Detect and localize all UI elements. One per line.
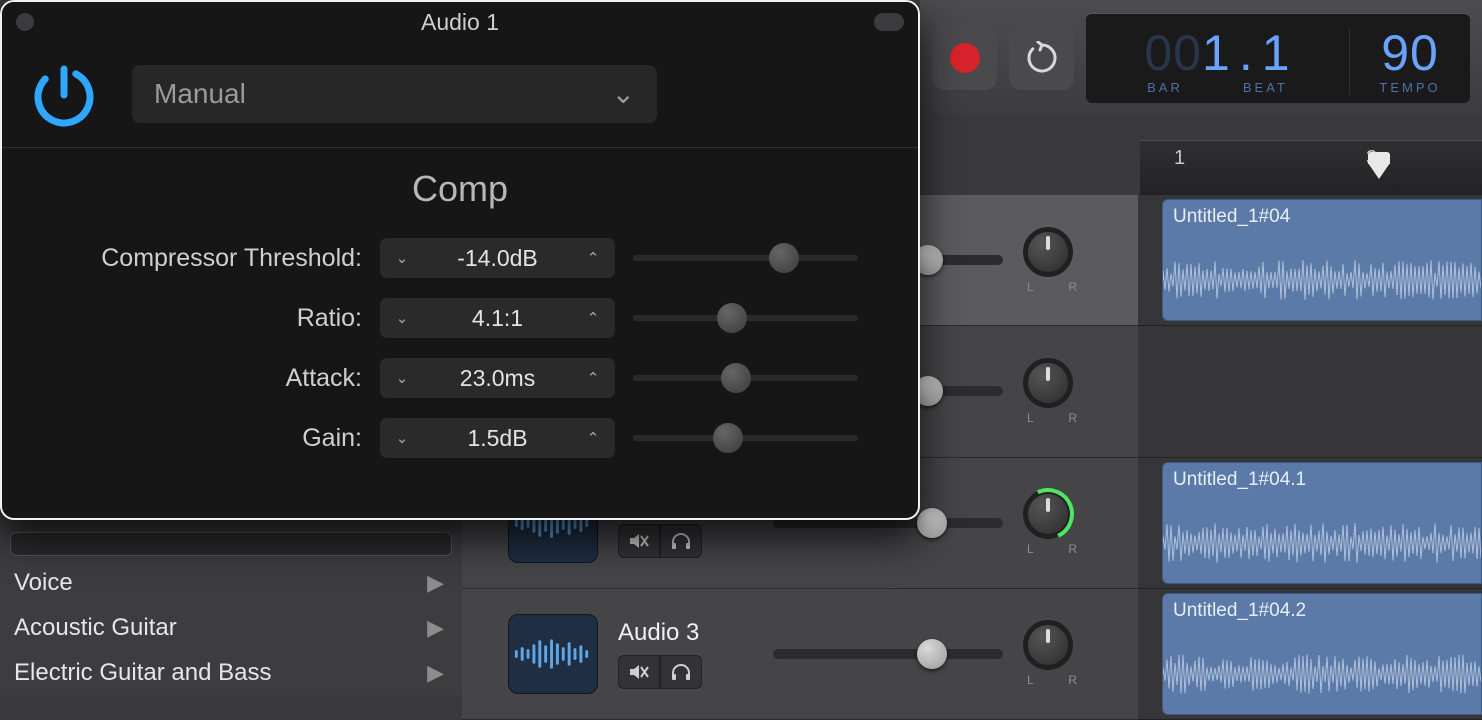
lcd-display: 001.1 BARBEAT 90 TEMPO — [1086, 13, 1470, 103]
pan-labels: LR — [1023, 673, 1081, 687]
mute-button[interactable] — [618, 655, 660, 689]
param-slider[interactable] — [633, 315, 858, 321]
record-button[interactable] — [932, 25, 997, 90]
window-dot-icon[interactable] — [874, 13, 904, 31]
library-item-label: Acoustic Guitar — [14, 614, 177, 642]
param-label: Gain: — [62, 424, 362, 453]
region-lane[interactable] — [1138, 326, 1482, 457]
chevron-down-icon: ⌄ — [612, 77, 635, 110]
lcd-tempo[interactable]: 90 TEMPO — [1350, 28, 1470, 95]
chevron-right-icon: ▶ — [427, 615, 444, 641]
pan-labels: LR — [1023, 280, 1081, 294]
slider-thumb[interactable] — [721, 363, 751, 393]
stepper-down-button[interactable]: ⌄ — [380, 238, 424, 278]
param-value[interactable]: 23.0ms — [424, 365, 571, 392]
slider-thumb[interactable] — [717, 303, 747, 333]
param-slider[interactable] — [633, 435, 858, 441]
region-lane[interactable]: Untitled_1#04.2 — [1138, 589, 1482, 720]
param-stepper[interactable]: ⌄1.5dB⌃ — [380, 418, 615, 458]
stepper-up-button[interactable]: ⌃ — [571, 298, 615, 338]
ruler-mark: 1 — [1174, 147, 1185, 170]
audio-region[interactable]: Untitled_1#04 — [1162, 199, 1482, 321]
lcd-bar[interactable]: 001.1 BARBEAT — [1086, 28, 1350, 95]
track-name: Audio 3 — [618, 619, 753, 647]
plugin-titlebar[interactable]: Audio 1 — [2, 2, 918, 40]
param-slider[interactable] — [633, 375, 858, 381]
param-stepper[interactable]: ⌄23.0ms⌃ — [380, 358, 615, 398]
region-name: Untitled_1#04 — [1163, 200, 1481, 234]
pan-knob[interactable] — [1023, 489, 1073, 539]
record-icon — [950, 43, 980, 73]
pan-labels: LR — [1023, 411, 1081, 425]
pan-knob[interactable] — [1023, 358, 1073, 408]
cycle-icon — [1025, 41, 1059, 75]
param-label: Attack: — [62, 364, 362, 393]
param-stepper[interactable]: ⌄4.1:1⌃ — [380, 298, 615, 338]
cycle-button[interactable] — [1009, 25, 1074, 90]
plugin-title: Audio 1 — [2, 9, 918, 36]
region-name: Untitled_1#04.1 — [1163, 463, 1481, 497]
audio-region[interactable]: Untitled_1#04.1 — [1162, 462, 1482, 584]
slider-thumb[interactable] — [917, 639, 947, 669]
param-value[interactable]: 1.5dB — [424, 425, 571, 452]
power-button[interactable] — [24, 54, 104, 134]
region-lane[interactable]: Untitled_1#04.1 — [1138, 458, 1482, 589]
stepper-up-button[interactable]: ⌃ — [571, 358, 615, 398]
stepper-down-button[interactable]: ⌄ — [380, 358, 424, 398]
region-lane[interactable]: Untitled_1#04 — [1138, 195, 1482, 326]
library-item[interactable]: Acoustic Guitar ▶ — [0, 605, 462, 650]
mute-button[interactable] — [618, 524, 660, 558]
param-row: Attack: ⌄23.0ms⌃ — [62, 348, 858, 408]
param-list: Compressor Threshold:⌄-14.0dB⌃Ratio:⌄4.1… — [62, 228, 858, 468]
pan-labels: LR — [1023, 542, 1081, 556]
param-row: Compressor Threshold: ⌄-14.0dB⌃ — [62, 228, 858, 288]
headphone-button[interactable] — [660, 524, 702, 558]
pan-knob[interactable] — [1023, 227, 1073, 277]
library-panel: Voice▶Acoustic Guitar▶Electric Guitar an… — [0, 532, 462, 695]
chevron-right-icon: ▶ — [427, 570, 444, 596]
param-row: Ratio: ⌄4.1:1⌃ — [62, 288, 858, 348]
ruler-zone: >⎮< 1 3 — [920, 115, 1482, 195]
playhead-icon[interactable] — [1368, 163, 1390, 179]
transport-toolbar: 001.1 BARBEAT 90 TEMPO — [920, 0, 1482, 115]
track-header[interactable]: Audio 3 LR — [462, 589, 1138, 720]
param-row: Gain: ⌄1.5dB⌃ — [62, 408, 858, 468]
library-search-input[interactable] — [10, 532, 452, 556]
param-stepper[interactable]: ⌄-14.0dB⌃ — [380, 238, 615, 278]
slider-thumb[interactable] — [769, 243, 799, 273]
pan-knob[interactable] — [1023, 620, 1073, 670]
power-icon — [29, 59, 99, 129]
preset-dropdown[interactable]: Manual ⌄ — [132, 65, 657, 123]
library-item[interactable]: Electric Guitar and Bass ▶ — [0, 650, 462, 695]
library-item-label: Voice — [14, 569, 73, 597]
stepper-down-button[interactable]: ⌄ — [380, 298, 424, 338]
audio-region[interactable]: Untitled_1#04.2 — [1162, 593, 1482, 715]
volume-slider[interactable] — [773, 649, 1003, 659]
library-item[interactable]: Voice ▶ — [0, 560, 462, 605]
plugin-section-title: Comp — [62, 168, 858, 210]
stepper-up-button[interactable]: ⌃ — [571, 238, 615, 278]
param-label: Ratio: — [62, 304, 362, 333]
slider-thumb[interactable] — [713, 423, 743, 453]
param-slider[interactable] — [633, 255, 858, 261]
region-name: Untitled_1#04.2 — [1163, 594, 1481, 628]
library-item-label: Electric Guitar and Bass — [14, 659, 271, 687]
library-list: Voice▶Acoustic Guitar▶Electric Guitar an… — [0, 560, 462, 695]
track-icon[interactable] — [508, 614, 598, 694]
param-value[interactable]: -14.0dB — [424, 245, 571, 272]
timeline-ruler[interactable]: 1 3 — [1140, 140, 1482, 195]
plugin-window: Audio 1 Manual ⌄ Comp Compressor Thresho… — [0, 0, 920, 520]
param-label: Compressor Threshold: — [62, 244, 362, 273]
region-lane-list: Untitled_1#04 Untitled_1#04.1 Untitled_1#0… — [1138, 195, 1482, 720]
param-value[interactable]: 4.1:1 — [424, 305, 571, 332]
headphone-button[interactable] — [660, 655, 702, 689]
slider-thumb[interactable] — [917, 508, 947, 538]
preset-label: Manual — [154, 78, 246, 110]
stepper-down-button[interactable]: ⌄ — [380, 418, 424, 458]
stepper-up-button[interactable]: ⌃ — [571, 418, 615, 458]
chevron-right-icon: ▶ — [427, 660, 444, 686]
